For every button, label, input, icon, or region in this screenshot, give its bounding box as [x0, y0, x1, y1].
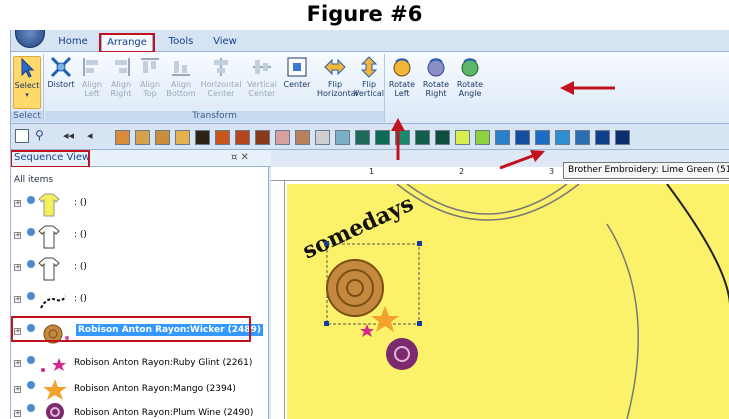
- annotation-arrows: [391, 81, 615, 170]
- arrow-lime-green: [499, 153, 536, 170]
